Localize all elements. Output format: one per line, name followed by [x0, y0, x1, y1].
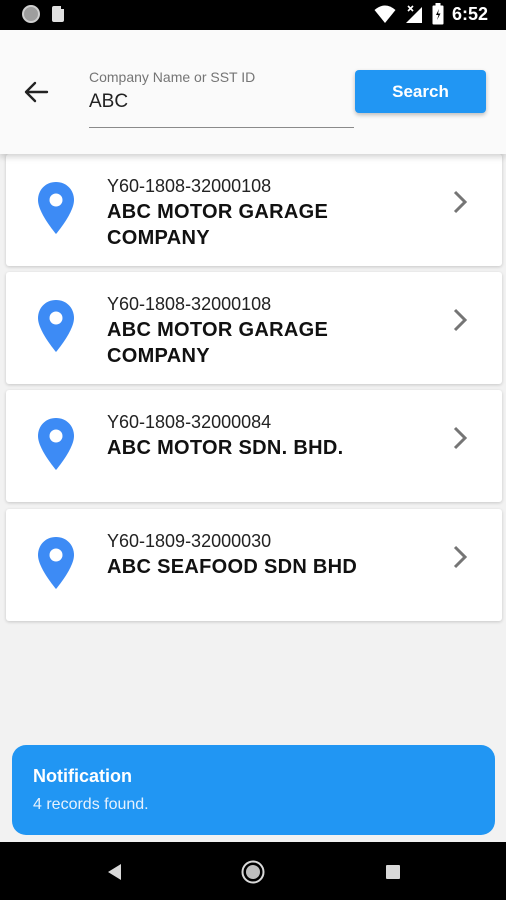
status-right-icons: 6:52	[374, 3, 488, 25]
company-sst-id: Y60-1809-32000030	[107, 531, 272, 551]
recents-nav-icon[interactable]	[380, 859, 406, 885]
chevron-right-icon	[453, 426, 468, 450]
circle-icon	[22, 5, 40, 23]
notification-message: 4 records found.	[33, 796, 149, 813]
location-pin-icon	[38, 182, 74, 234]
list-item[interactable]: Y60-1808-32000108 ABC MOTOR GARAGE COMPA…	[6, 272, 502, 384]
search-input-value[interactable]: ABC	[89, 91, 128, 113]
notification-title: Notification	[33, 766, 132, 786]
location-pin-icon	[38, 537, 74, 589]
company-sst-id: Y60-1808-32000108	[107, 176, 272, 196]
location-pin-icon	[38, 300, 74, 352]
company-name: ABC MOTOR GARAGE COMPANY	[107, 201, 329, 249]
wifi-icon	[374, 5, 396, 23]
location-pin-icon	[38, 418, 74, 470]
search-input-label: Company Name or SST ID	[89, 69, 256, 85]
company-name: ABC MOTOR SDN. BHD.	[107, 437, 344, 459]
chevron-right-icon	[453, 308, 468, 332]
list-item[interactable]: Y60-1808-32000084 ABC MOTOR SDN. BHD.	[6, 390, 502, 502]
battery-icon	[432, 3, 444, 25]
search-button[interactable]: Search	[355, 70, 486, 113]
navigation-bar	[0, 842, 506, 900]
signal-icon	[405, 5, 422, 23]
back-arrow-icon[interactable]	[22, 78, 50, 106]
search-input[interactable]: Company Name or SST ID ABC	[89, 68, 354, 128]
chevron-right-icon	[453, 545, 468, 569]
status-time: 6:52	[451, 3, 488, 24]
home-nav-icon[interactable]	[240, 859, 266, 885]
company-sst-id: Y60-1808-32000084	[107, 412, 272, 432]
notification-toast: Notification 4 records found.	[12, 745, 495, 835]
sd-card-icon	[52, 5, 65, 22]
search-header: Company Name or SST ID ABC Search	[0, 30, 506, 154]
list-item[interactable]: Y60-1808-32000108 ABC MOTOR GARAGE COMPA…	[6, 154, 502, 266]
company-name: ABC SEAFOOD SDN BHD	[107, 556, 358, 578]
list-item[interactable]: Y60-1809-32000030 ABC SEAFOOD SDN BHD	[6, 509, 502, 621]
back-nav-icon[interactable]	[102, 859, 128, 885]
status-bar: 6:52	[0, 0, 506, 30]
chevron-right-icon	[453, 190, 468, 214]
status-left-icons	[22, 5, 65, 23]
company-sst-id: Y60-1808-32000108	[107, 294, 272, 314]
company-name: ABC MOTOR GARAGE COMPANY	[107, 319, 329, 367]
